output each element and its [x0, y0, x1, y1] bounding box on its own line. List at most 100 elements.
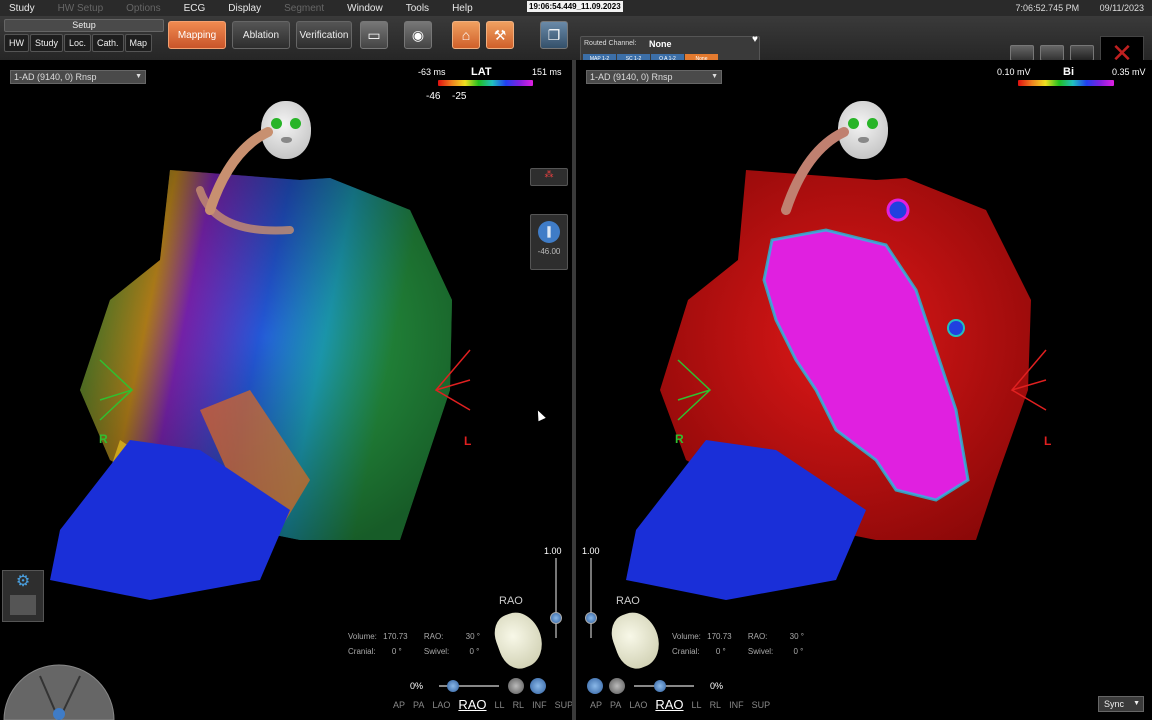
lat-anatomy-render	[50, 127, 471, 600]
compass-icon[interactable]	[0, 656, 118, 720]
right-zoom-slider[interactable]: 1.00	[582, 546, 600, 666]
right-view-lao[interactable]: LAO	[629, 700, 647, 712]
left-view-inf[interactable]: INF	[532, 700, 547, 712]
right-view-ll[interactable]: LL	[692, 700, 702, 712]
right-eye-icon[interactable]	[609, 678, 625, 694]
device-icon[interactable]	[1040, 45, 1064, 61]
right-opacity-track[interactable]	[634, 680, 694, 692]
left-zoom-track[interactable]	[555, 558, 557, 638]
setup-tab-study[interactable]: Study	[30, 34, 64, 52]
left-axis-r: R	[99, 432, 108, 446]
right-opacity-row: 0%	[584, 678, 723, 694]
swivel-label: Swivel:	[423, 647, 450, 656]
setup-group: Setup HW Study Loc. Cath. Map	[4, 19, 164, 55]
right-zoom-track[interactable]	[590, 558, 592, 638]
left-opacity-track[interactable]	[439, 680, 500, 692]
gear-widget[interactable]: ⚙	[2, 570, 44, 622]
setup-tab-cath[interactable]: Cath.	[92, 34, 124, 52]
cranial-label: Cranial:	[672, 647, 700, 656]
link-icon[interactable]	[1070, 45, 1094, 61]
right-orientation-label: RAO	[616, 595, 640, 607]
gear-icon[interactable]: ⚙	[3, 571, 43, 591]
right-axis-l: L	[1044, 434, 1052, 448]
right-zoom-label: 1.00	[582, 546, 600, 556]
right-view-pa[interactable]: PA	[610, 700, 621, 712]
routed-channel-value[interactable]: None	[649, 39, 672, 49]
record-icon[interactable]: ◉	[404, 21, 432, 49]
heart-toggle-icon[interactable]: ♥	[752, 34, 758, 45]
left-view-sup[interactable]: SUP	[555, 700, 572, 712]
left-view-pa[interactable]: PA	[413, 700, 424, 712]
left-view-info: Volume: 170.73 RAO: 30 ° Cranial: 0 ° Sw…	[348, 632, 480, 656]
pause-icon[interactable]: ∥	[538, 221, 560, 243]
left-view-rl[interactable]: RL	[513, 700, 525, 712]
left-opacity-knob[interactable]	[447, 680, 460, 692]
recording-timestamp: 19:06:54.449_11.09.2023	[527, 1, 623, 12]
left-zoom-label: 1.00	[544, 546, 562, 556]
system-date: 09/11/2023	[1099, 3, 1144, 13]
bipolar-map-viewport[interactable]: 1-AD (9140, 0) Rnsp ▼ 0.10 mV Bi 0.35 mV…	[576, 60, 1152, 720]
right-reset-icon[interactable]	[587, 678, 603, 694]
right-opacity-knob[interactable]	[654, 680, 666, 692]
setup-tab-loc[interactable]: Loc.	[64, 34, 92, 52]
windows-icon[interactable]: ❐	[540, 21, 568, 49]
bipolar-anatomy-render	[626, 127, 1047, 600]
left-orientation-label: RAO	[499, 595, 523, 607]
right-opacity-label: 0%	[710, 681, 724, 691]
grid-widget[interactable]: ⁂	[530, 168, 568, 186]
rao-value: 30 °	[789, 632, 804, 641]
menu-options[interactable]: Options	[126, 3, 160, 14]
sync-select[interactable]: Sync ▼	[1098, 696, 1144, 712]
rao-label: RAO:	[423, 632, 444, 641]
right-view-rao[interactable]: RAO	[655, 697, 683, 712]
cranial-value: 0 °	[715, 647, 726, 656]
swivel-value: 0 °	[793, 647, 804, 656]
left-view-bar: AP PA LAO RAO LL RL INF SUP	[393, 697, 572, 712]
menu-tools[interactable]: Tools	[406, 3, 429, 14]
chevron-down-icon: ▼	[1133, 700, 1140, 707]
left-eye-icon[interactable]	[508, 678, 525, 694]
left-view-lao[interactable]: LAO	[432, 700, 450, 712]
screen-icon[interactable]: ▭	[360, 21, 388, 49]
main-toolbar: Setup HW Study Loc. Cath. Map Mapping Ab…	[0, 16, 1152, 70]
left-view-rao[interactable]: RAO	[458, 697, 486, 712]
left-zoom-knob[interactable]	[550, 612, 562, 624]
right-view-ap[interactable]: AP	[590, 700, 602, 712]
rao-label: RAO:	[747, 632, 768, 641]
swivel-value: 0 °	[469, 647, 480, 656]
catheter-icon[interactable]: ⚒	[486, 21, 514, 49]
lat-map-viewport[interactable]: 1-AD (9140, 0) Rnsp ▼ -63 ms LAT 151 ms …	[0, 60, 572, 720]
menu-window[interactable]: Window	[347, 3, 383, 14]
cranial-label: Cranial:	[348, 647, 376, 656]
monitor-icon[interactable]	[1010, 45, 1034, 61]
rao-value: 30 °	[465, 632, 480, 641]
left-zoom-slider[interactable]: 1.00	[544, 546, 565, 666]
left-view-ap[interactable]: AP	[393, 700, 405, 712]
cursor-tool-icon[interactable]	[10, 595, 36, 615]
right-view-sup[interactable]: SUP	[752, 700, 771, 712]
left-opacity-row: 0%	[410, 678, 549, 694]
mapping-mode-button[interactable]: Mapping	[168, 21, 226, 49]
menu-hw-setup[interactable]: HW Setup	[58, 3, 104, 14]
right-view-info: Volume: 170.73 RAO: 30 ° Cranial: 0 ° Sw…	[672, 632, 804, 656]
right-view-inf[interactable]: INF	[729, 700, 744, 712]
verification-mode-button[interactable]: Verification	[296, 21, 352, 49]
menu-study[interactable]: Study	[9, 3, 35, 14]
system-clock: 7:06:52.745 PM 09/11/2023	[998, 3, 1144, 13]
routed-channel-label: Routed Channel:	[584, 40, 637, 47]
swivel-label: Swivel:	[747, 647, 774, 656]
right-zoom-knob[interactable]	[585, 612, 597, 624]
menu-ecg[interactable]: ECG	[184, 3, 206, 14]
ablation-mode-button[interactable]: Ablation	[232, 21, 290, 49]
left-reset-icon[interactable]	[530, 678, 547, 694]
lock-icon[interactable]: ⌂	[452, 21, 480, 49]
menu-display[interactable]: Display	[228, 3, 261, 14]
left-view-ll[interactable]: LL	[495, 700, 505, 712]
setup-tab-hw[interactable]: HW	[4, 34, 29, 52]
menu-help[interactable]: Help	[452, 3, 473, 14]
right-view-rl[interactable]: RL	[710, 700, 722, 712]
grid-icon: ⁂	[544, 169, 554, 179]
setup-tab-map[interactable]: Map	[124, 34, 153, 52]
menu-segment[interactable]: Segment	[284, 3, 324, 14]
cranial-value: 0 °	[391, 647, 402, 656]
